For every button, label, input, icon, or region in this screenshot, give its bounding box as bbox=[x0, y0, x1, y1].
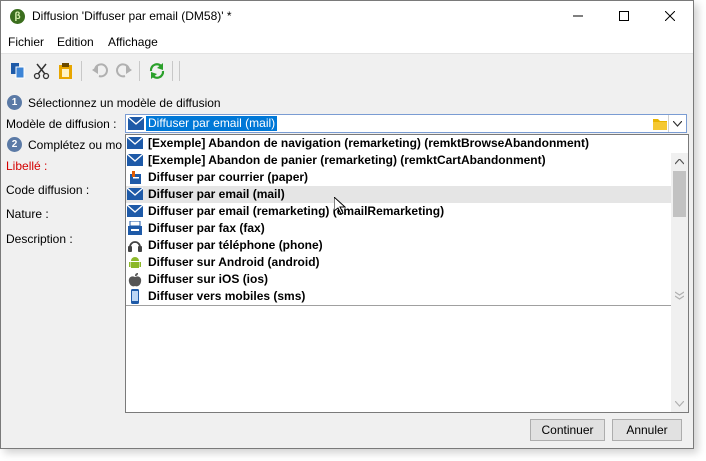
minimize-button[interactable] bbox=[555, 1, 601, 31]
list-scrollbar[interactable] bbox=[671, 153, 688, 304]
combo-dropdown-button[interactable] bbox=[668, 115, 686, 132]
continue-button[interactable]: Continuer bbox=[530, 419, 605, 441]
scissors-icon bbox=[33, 63, 50, 80]
scroll-down-button[interactable] bbox=[671, 395, 688, 412]
double-chevron-down-icon bbox=[675, 291, 684, 300]
libelle-label: Libellé : bbox=[6, 159, 48, 173]
toolbar bbox=[1, 53, 693, 88]
model-selected-value[interactable]: Diffuser par email (mail) bbox=[146, 116, 278, 131]
undo-icon bbox=[92, 63, 108, 78]
close-icon bbox=[665, 11, 675, 21]
maximize-icon bbox=[619, 11, 629, 21]
email-icon bbox=[127, 204, 143, 217]
scroll-up-button[interactable] bbox=[671, 153, 688, 170]
list-item-label: Diffuser par courrier (paper) bbox=[148, 170, 309, 184]
window-title: Diffusion 'Diffuser par email (DM58)' * bbox=[32, 9, 232, 23]
list-item-label: Diffuser sur iOS (ios) bbox=[148, 272, 269, 286]
list-item-label: Diffuser par email (mail) bbox=[148, 187, 285, 201]
email-icon bbox=[128, 117, 144, 130]
undo-button[interactable] bbox=[91, 62, 109, 80]
email-icon bbox=[127, 153, 143, 166]
list-item[interactable]: Diffuser par téléphone (phone) bbox=[126, 237, 671, 254]
list-item[interactable]: [Exemple] Abandon de navigation (remarke… bbox=[126, 135, 671, 152]
list-item[interactable]: Diffuser vers mobiles (sms) bbox=[126, 288, 671, 305]
paste-icon bbox=[59, 63, 72, 79]
mail-letter-icon bbox=[130, 171, 141, 184]
dropdown-items: [Exemple] Abandon de navigation (remarke… bbox=[126, 135, 671, 305]
list-item-label: [Exemple] Abandon de navigation (remarke… bbox=[148, 136, 589, 150]
title-bar: β Diffusion 'Diffuser par email (DM58)' … bbox=[1, 1, 693, 31]
dropdown-divider bbox=[126, 305, 671, 306]
paste-button[interactable] bbox=[57, 62, 75, 80]
toolbar-separator bbox=[139, 61, 140, 81]
close-button[interactable] bbox=[647, 1, 693, 31]
menu-affichage[interactable]: Affichage bbox=[108, 35, 158, 49]
cancel-button[interactable]: Annuler bbox=[612, 419, 682, 441]
cut-button[interactable] bbox=[33, 62, 51, 80]
lower-scrollbar[interactable] bbox=[671, 287, 688, 412]
mouse-cursor-icon bbox=[334, 197, 346, 215]
redo-button[interactable] bbox=[115, 62, 133, 80]
copy-button[interactable] bbox=[9, 62, 27, 80]
step-1-label: Sélectionnez un modèle de diffusion bbox=[28, 96, 221, 110]
list-item[interactable]: Diffuser sur Android (android) bbox=[126, 254, 671, 271]
list-item-label: Diffuser par fax (fax) bbox=[148, 221, 265, 235]
fax-icon bbox=[128, 221, 142, 235]
list-item-label: [Exemple] Abandon de panier (remarketing… bbox=[148, 153, 546, 167]
list-item-label: Diffuser par téléphone (phone) bbox=[148, 238, 323, 252]
description-label: Description : bbox=[6, 232, 73, 246]
menu-bar: Fichier Edition Affichage bbox=[1, 31, 693, 53]
model-dropdown-list: [Exemple] Abandon de navigation (remarke… bbox=[125, 134, 689, 413]
list-item-label: Diffuser vers mobiles (sms) bbox=[148, 289, 306, 303]
list-item-label: Diffuser sur Android (android) bbox=[148, 255, 320, 269]
list-item-label: Diffuser par email (remarketing) (emailR… bbox=[148, 204, 445, 218]
app-logo-icon: β bbox=[10, 9, 25, 24]
toolbar-separator bbox=[172, 61, 173, 81]
nature-label: Nature : bbox=[6, 207, 49, 221]
menu-fichier[interactable]: Fichier bbox=[8, 35, 44, 49]
list-item[interactable]: Diffuser par fax (fax) bbox=[126, 220, 671, 237]
step-2-label: Complétez ou mo bbox=[28, 138, 123, 152]
list-item[interactable]: Diffuser par email (mail) bbox=[126, 186, 671, 203]
folder-icon[interactable] bbox=[652, 116, 668, 131]
email-icon bbox=[127, 136, 143, 149]
refresh-icon bbox=[149, 63, 165, 79]
redo-icon bbox=[116, 63, 132, 78]
minimize-icon bbox=[573, 15, 583, 17]
list-item[interactable]: Diffuser par courrier (paper) bbox=[126, 169, 671, 186]
refresh-button[interactable] bbox=[148, 62, 166, 80]
android-icon bbox=[129, 257, 141, 268]
maximize-button[interactable] bbox=[601, 1, 647, 31]
model-combobox[interactable]: Diffuser par email (mail) bbox=[125, 114, 687, 133]
chevron-down-icon bbox=[675, 400, 684, 407]
chevron-down-icon bbox=[673, 120, 682, 127]
list-item[interactable]: Diffuser sur iOS (ios) bbox=[126, 271, 671, 288]
list-item[interactable]: Diffuser par email (remarketing) (emailR… bbox=[126, 203, 671, 220]
chevron-up-icon bbox=[675, 158, 684, 164]
email-icon bbox=[127, 187, 143, 200]
copy-icon bbox=[11, 63, 25, 79]
step-1-badge: 1 bbox=[7, 95, 22, 110]
code-diffusion-label: Code diffusion : bbox=[6, 183, 90, 197]
scroll-thumb[interactable] bbox=[673, 171, 686, 217]
toolbar-separator bbox=[179, 61, 180, 81]
model-label: Modèle de diffusion : bbox=[6, 117, 117, 131]
menu-edition[interactable]: Edition bbox=[57, 35, 94, 49]
delivery-window: β Diffusion 'Diffuser par email (DM58)' … bbox=[0, 0, 694, 449]
list-item[interactable]: [Exemple] Abandon de panier (remarketing… bbox=[126, 152, 671, 169]
phone-icon bbox=[128, 241, 142, 252]
mobile-icon bbox=[131, 289, 139, 304]
toolbar-separator bbox=[81, 61, 82, 81]
apple-icon bbox=[128, 273, 142, 287]
scroll-bottom-button[interactable] bbox=[671, 287, 688, 304]
step-2-badge: 2 bbox=[7, 137, 22, 152]
